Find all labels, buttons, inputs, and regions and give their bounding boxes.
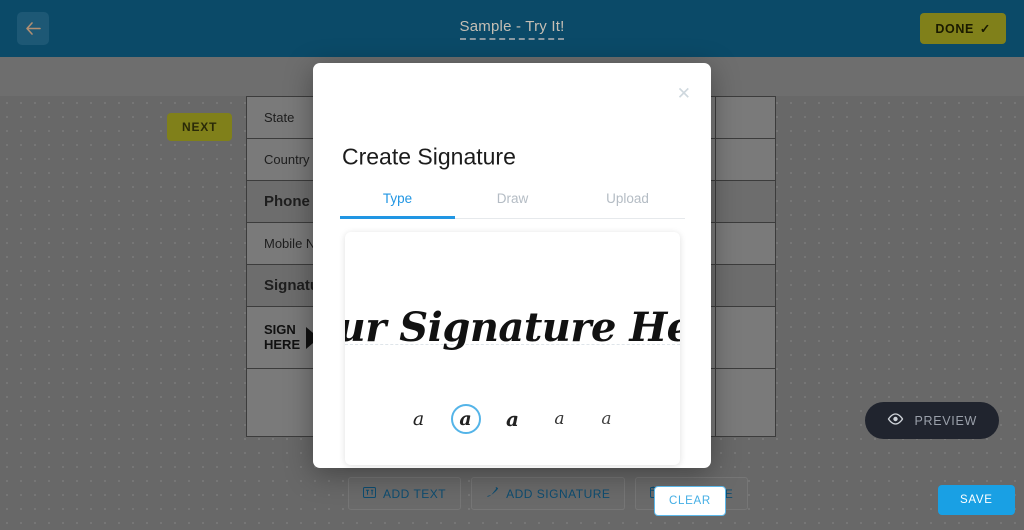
signature-text-input[interactable]: Your Signature Here <box>345 292 680 362</box>
add-text-button[interactable]: ADD TEXT <box>348 477 462 510</box>
font-option-glyph: a <box>554 409 565 429</box>
preview-label: PREVIEW <box>914 413 977 428</box>
preview-button[interactable]: PREVIEW <box>865 402 999 439</box>
font-option-3[interactable]: a <box>498 404 528 434</box>
signature-text-value: Your Signature Here <box>345 303 680 351</box>
add-text-label: ADD TEXT <box>383 486 447 501</box>
signature-preview-area[interactable]: Your Signature Here a a a a a <box>345 232 680 465</box>
font-option-2-selected[interactable]: a <box>450 404 481 434</box>
tab-draw-label: Draw <box>496 191 529 206</box>
eye-icon <box>887 413 904 428</box>
pen-icon <box>486 486 499 501</box>
next-button-label: NEXT <box>182 120 218 134</box>
close-icon[interactable]: ✕ <box>677 85 691 102</box>
form-row-label: Country <box>264 152 310 167</box>
tab-type[interactable]: Type <box>340 191 455 219</box>
text-box-icon <box>363 486 376 501</box>
top-bar: Sample - Try It! DONE ✓ <box>0 0 1024 57</box>
row-divider <box>715 97 716 138</box>
row-divider <box>715 369 716 437</box>
row-divider <box>715 223 716 264</box>
font-option-glyph: a <box>459 408 472 430</box>
tab-upload-label: Upload <box>606 191 649 206</box>
add-signature-label: ADD SIGNATURE <box>506 486 611 501</box>
create-signature-modal: ✕ Create Signature Type Draw Upload Your… <box>313 63 1015 516</box>
signature-font-options: a a a a a <box>345 404 680 434</box>
tab-type-label: Type <box>382 191 413 206</box>
form-row-label: Signatu <box>264 277 319 294</box>
done-button-label: DONE <box>935 21 974 36</box>
document-title-text: Sample - Try It! <box>459 18 565 40</box>
next-button[interactable]: NEXT <box>167 113 233 141</box>
clear-button-label: CLEAR <box>669 495 711 507</box>
done-button[interactable]: DONE ✓ <box>920 13 1006 44</box>
save-button[interactable]: SAVE <box>938 485 1015 515</box>
row-divider <box>715 265 716 306</box>
row-divider <box>715 307 716 368</box>
font-option-glyph: a <box>506 407 519 431</box>
clear-button[interactable]: CLEAR <box>654 486 726 516</box>
sign-here-line-1: SIGN <box>264 321 296 337</box>
tab-upload[interactable]: Upload <box>570 191 685 218</box>
check-icon: ✓ <box>979 22 991 36</box>
tab-draw[interactable]: Draw <box>455 191 570 218</box>
sign-here-line-2: HERE <box>264 336 301 352</box>
add-signature-button[interactable]: ADD SIGNATURE <box>471 477 626 510</box>
save-button-label: SAVE <box>960 494 993 506</box>
modal-title: Create Signature <box>342 143 516 170</box>
form-row-label: State <box>264 110 295 125</box>
sign-here-tag[interactable]: SIGN HERE <box>264 321 320 353</box>
font-option-5[interactable]: a <box>592 404 622 434</box>
font-option-glyph: a <box>601 409 612 429</box>
form-row-label: Phone <box>264 193 310 210</box>
signature-mode-tabs: Type Draw Upload <box>340 191 685 219</box>
row-divider <box>715 139 716 180</box>
signature-app-window: Sample - Try It! DONE ✓ NEXT State Count… <box>0 0 1024 530</box>
font-option-4[interactable]: a <box>545 404 575 434</box>
font-option-1[interactable]: a <box>404 404 434 434</box>
font-option-glyph: a <box>412 408 425 430</box>
document-title: Sample - Try It! <box>0 18 1024 40</box>
row-divider <box>715 181 716 222</box>
